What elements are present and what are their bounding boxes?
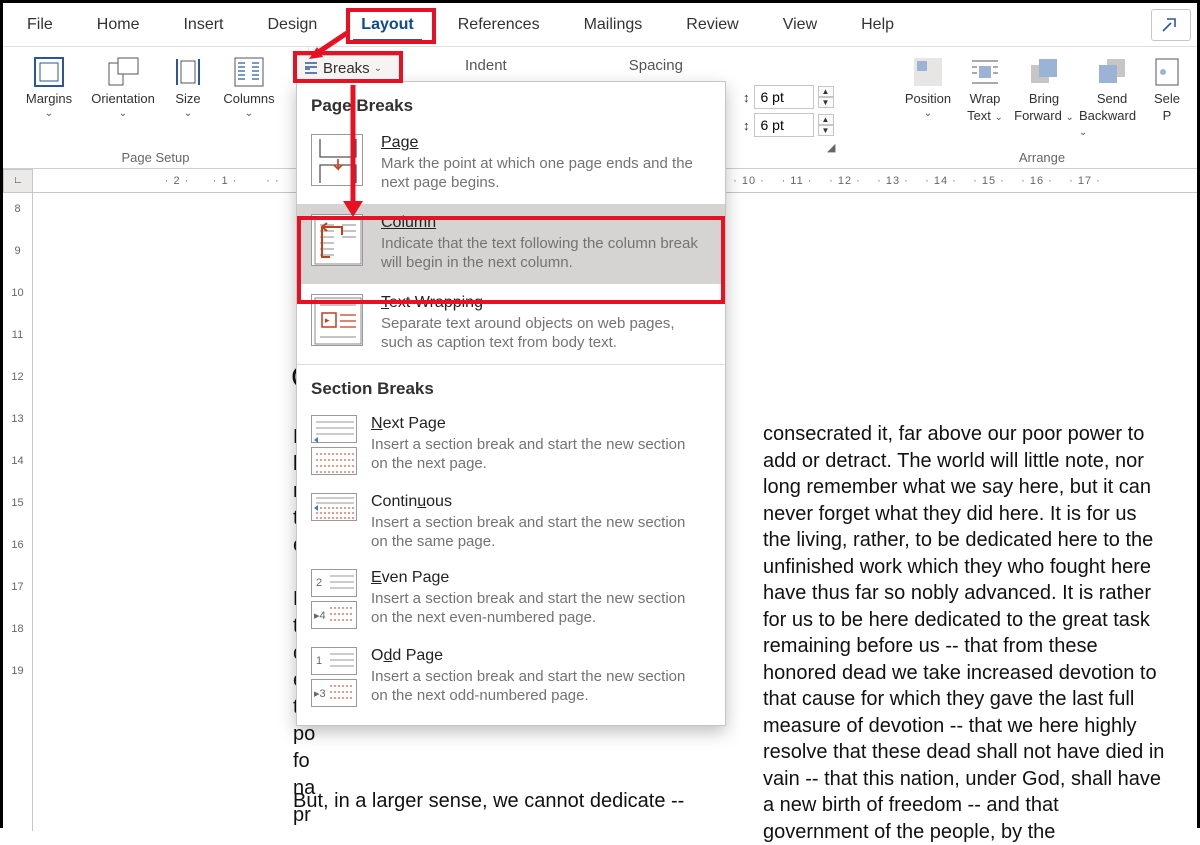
tab-view[interactable]: View [765,8,835,42]
selection-pane-button[interactable]: Sele P [1147,51,1187,127]
section-oddpage-item[interactable]: 1 ▸3 Odd Page Insert a section break and… [297,639,725,717]
size-label: Size [175,91,200,106]
tab-file[interactable]: File [9,8,71,42]
send-label: Send [1097,91,1127,106]
nextpage-title: ext Page [383,415,446,432]
tab-help[interactable]: Help [843,8,912,42]
spacing-after-input[interactable] [754,113,814,137]
textwrap-desc: Separate text around objects on web page… [381,314,701,352]
breaks-button[interactable]: Breaks ⌄ [296,55,400,81]
page-setup-group-label: Page Setup [13,146,298,165]
breaks-label: Breaks [323,60,370,77]
spacing-before-down[interactable]: ▼ [818,97,834,108]
tab-insert[interactable]: Insert [165,8,241,42]
tab-references[interactable]: References [440,8,558,42]
section-continuous-item[interactable]: Continuous Insert a section break and st… [297,485,725,561]
svg-text:▸: ▸ [325,315,330,325]
evenpage-desc: Insert a section break and start the new… [371,589,691,627]
evenpage-icon-b: ▸4 [311,601,357,629]
nextpage-icon-b [311,447,357,475]
spacing-after-down[interactable]: ▼ [818,125,834,136]
column-break-title: Column [381,214,436,231]
doc-right-column: consecrated it, far above our poor power… [763,421,1167,845]
continuous-title: Continuous [371,493,452,510]
wrap-text-button[interactable]: Wrap Text ⌄ [959,51,1011,127]
oddpage-icon-b: ▸3 [311,679,357,707]
vertical-ruler[interactable]: 8910111213141516171819 [3,193,33,831]
textwrap-break-icon: ▸ [311,294,363,346]
margins-button[interactable]: Margins⌄ [13,51,85,123]
indent-label: Indent [463,51,509,76]
bring-forward-button[interactable]: Bring Forward ⌄ [1011,51,1077,127]
arrange-group-label: Arrange [897,146,1187,165]
doc-bottom-line: But, in a larger sense, we cannot dedica… [293,790,684,813]
page-break-icon [311,134,363,186]
columns-button[interactable]: Columns⌄ [217,51,281,123]
oddpage-title: Odd Page [371,647,443,664]
position-label: Position [905,91,951,106]
paragraph-launcher[interactable]: ◢ [737,141,840,154]
tab-home[interactable]: Home [79,8,158,42]
section-evenpage-item[interactable]: 2 ▸4 Even Page Insert a section break an… [297,561,725,639]
oddpage-icon-a: 1 [311,647,357,675]
spacing-before-up[interactable]: ▲ [818,86,834,97]
orientation-button[interactable]: Orientation⌄ [87,51,159,123]
columns-label: Columns [223,91,274,106]
spacing-before-input[interactable] [754,85,814,109]
tab-mailings[interactable]: Mailings [566,8,661,42]
orientation-label: Orientation [91,91,155,106]
margins-label: Margins [26,91,72,106]
tab-review[interactable]: Review [668,8,756,42]
break-column-item[interactable]: Column Indicate that the text following … [297,204,725,284]
continuous-desc: Insert a section break and start the new… [371,513,691,551]
page-break-desc: Mark the point at which one page ends an… [381,154,701,192]
nextpage-desc: Insert a section break and start the new… [371,435,691,473]
share-button[interactable] [1151,9,1191,41]
bring-label: Bring [1029,91,1059,106]
evenpage-title: ven Page [382,569,450,586]
ruler-corner: ∟ [3,169,33,193]
section-nextpage-item[interactable]: Next Page Insert a section break and sta… [297,407,725,485]
ribbon-tabs: File Home Insert Design Layout Reference… [3,3,1197,47]
column-break-desc: Indicate that the text following the col… [381,234,701,272]
evenpage-icon-a: 2 [311,569,357,597]
nextpage-icon-a [311,415,357,443]
spacing-label: Spacing [627,51,685,76]
tab-layout[interactable]: Layout [343,8,431,42]
size-button[interactable]: Size⌄ [161,51,215,123]
spacing-after-up[interactable]: ▲ [818,114,834,125]
continuous-icon [311,493,357,521]
oddpage-desc: Insert a section break and start the new… [371,667,691,705]
page-break-title: Page [381,134,418,151]
tab-design[interactable]: Design [249,8,335,42]
breaks-dropdown: Page Breaks Page Mark the point at which… [296,81,726,726]
position-button[interactable]: Position⌄ [897,51,959,123]
column-break-icon [311,214,363,266]
chevron-down-icon: ⌄ [374,63,382,74]
section-breaks-header: Section Breaks [297,365,725,407]
wrap-label: Wrap [970,91,1001,106]
selection-label: Sele [1154,91,1180,106]
break-page-item[interactable]: Page Mark the point at which one page en… [297,124,725,204]
break-textwrap-item[interactable]: ▸ Text Wrapping Separate text around obj… [297,284,725,364]
page-breaks-header: Page Breaks [297,82,725,124]
send-backward-button[interactable]: Send Backward ⌄ [1077,51,1147,142]
textwrap-title: ext Wrapping [389,294,483,311]
